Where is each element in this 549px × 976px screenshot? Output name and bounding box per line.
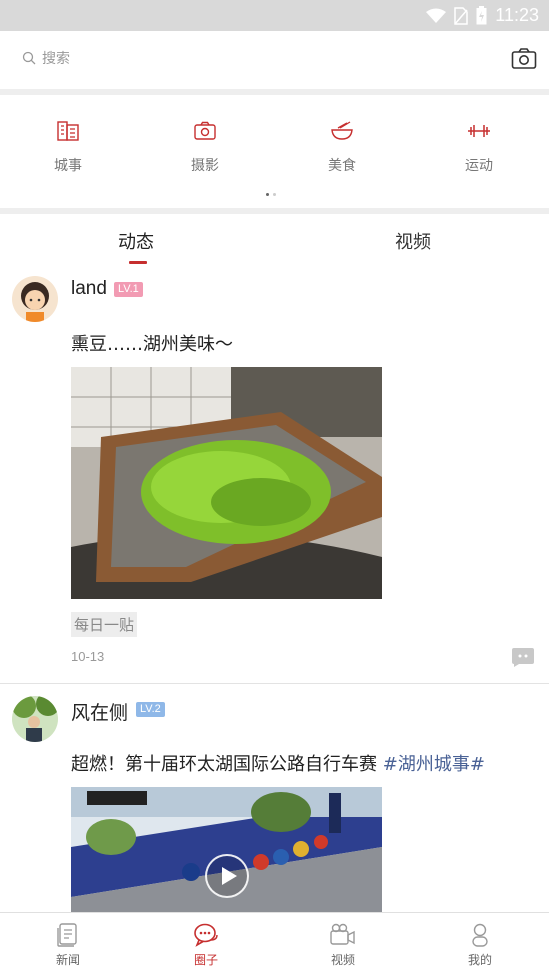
username[interactable]: 风在侧 bbox=[71, 698, 128, 725]
category-city[interactable]: 城事 bbox=[28, 121, 108, 175]
feed-post: 风在侧 LV.2 超燃！第十届环太湖国际公路自行车赛 #湖州城事# bbox=[0, 684, 549, 912]
news-icon bbox=[57, 923, 77, 947]
category-food[interactable]: 美食 bbox=[302, 121, 382, 175]
feed-post: land LV.1 熏豆……湖州美味～ 每日一贴 10-13 bbox=[0, 264, 549, 684]
avatar[interactable] bbox=[12, 696, 58, 742]
play-button[interactable] bbox=[205, 854, 249, 898]
search-placeholder: 搜索 bbox=[42, 51, 70, 67]
battery-icon bbox=[476, 6, 487, 25]
category-label: 城事 bbox=[54, 158, 82, 174]
category-row: 城事 摄影 美食 运动 bbox=[0, 95, 549, 208]
category-photo[interactable]: 摄影 bbox=[165, 121, 245, 175]
post-video-thumbnail[interactable] bbox=[71, 787, 382, 912]
status-time: 11:23 bbox=[495, 5, 539, 25]
camera-icon bbox=[194, 121, 216, 140]
nav-circle[interactable]: 圈子 bbox=[176, 923, 236, 968]
person-icon bbox=[472, 923, 488, 947]
nav-video[interactable]: 视频 bbox=[313, 923, 373, 968]
post-text: 超燃！第十届环太湖国际公路自行车赛 #湖州城事# bbox=[71, 750, 485, 776]
username[interactable]: land bbox=[71, 278, 107, 300]
bowl-icon bbox=[331, 121, 353, 140]
no-sim-icon bbox=[454, 6, 469, 25]
status-bar: 11:23 bbox=[0, 0, 549, 31]
wifi-icon bbox=[426, 8, 447, 23]
topic-link[interactable]: #湖州城事# bbox=[383, 754, 485, 775]
nav-label: 我的 bbox=[467, 953, 492, 967]
nav-label: 视频 bbox=[330, 953, 355, 967]
dumbbell-icon bbox=[468, 125, 490, 137]
category-label: 运动 bbox=[465, 158, 493, 174]
category-label: 摄影 bbox=[191, 158, 219, 174]
search-bar: 搜索 bbox=[0, 31, 549, 89]
post-tag[interactable]: 每日一贴 bbox=[71, 612, 138, 637]
tab-dynamics[interactable]: 动态 bbox=[118, 228, 154, 254]
post-date: 10-13 bbox=[71, 649, 105, 664]
avatar[interactable] bbox=[12, 276, 58, 322]
post-text: 熏豆……湖州美味～ bbox=[71, 334, 233, 355]
play-icon bbox=[222, 867, 237, 885]
category-sport[interactable]: 运动 bbox=[439, 121, 519, 175]
bottom-navigation: 新闻 圈子 视频 我的 bbox=[0, 912, 549, 976]
search-icon bbox=[22, 51, 36, 65]
nav-label: 圈子 bbox=[193, 953, 218, 967]
post-text-body: 超燃！第十届环太湖国际公路自行车赛 bbox=[71, 754, 383, 775]
level-badge: LV.1 bbox=[114, 282, 143, 297]
level-badge: LV.2 bbox=[136, 702, 165, 717]
feed-tabs: 动态 视频 bbox=[0, 214, 549, 264]
video-camera-icon bbox=[330, 923, 355, 945]
search-input[interactable]: 搜索 bbox=[22, 48, 70, 68]
nav-label: 新闻 bbox=[55, 953, 80, 967]
page-indicator bbox=[266, 193, 276, 196]
camera-button[interactable] bbox=[511, 47, 537, 71]
nav-profile[interactable]: 我的 bbox=[450, 923, 510, 968]
category-label: 美食 bbox=[328, 158, 356, 174]
nav-news[interactable]: 新闻 bbox=[38, 923, 98, 968]
post-photo[interactable] bbox=[71, 367, 382, 599]
buildings-icon bbox=[57, 121, 79, 141]
tab-video[interactable]: 视频 bbox=[395, 228, 431, 254]
chat-circle-icon bbox=[194, 923, 218, 947]
comment-button[interactable] bbox=[511, 647, 535, 667]
